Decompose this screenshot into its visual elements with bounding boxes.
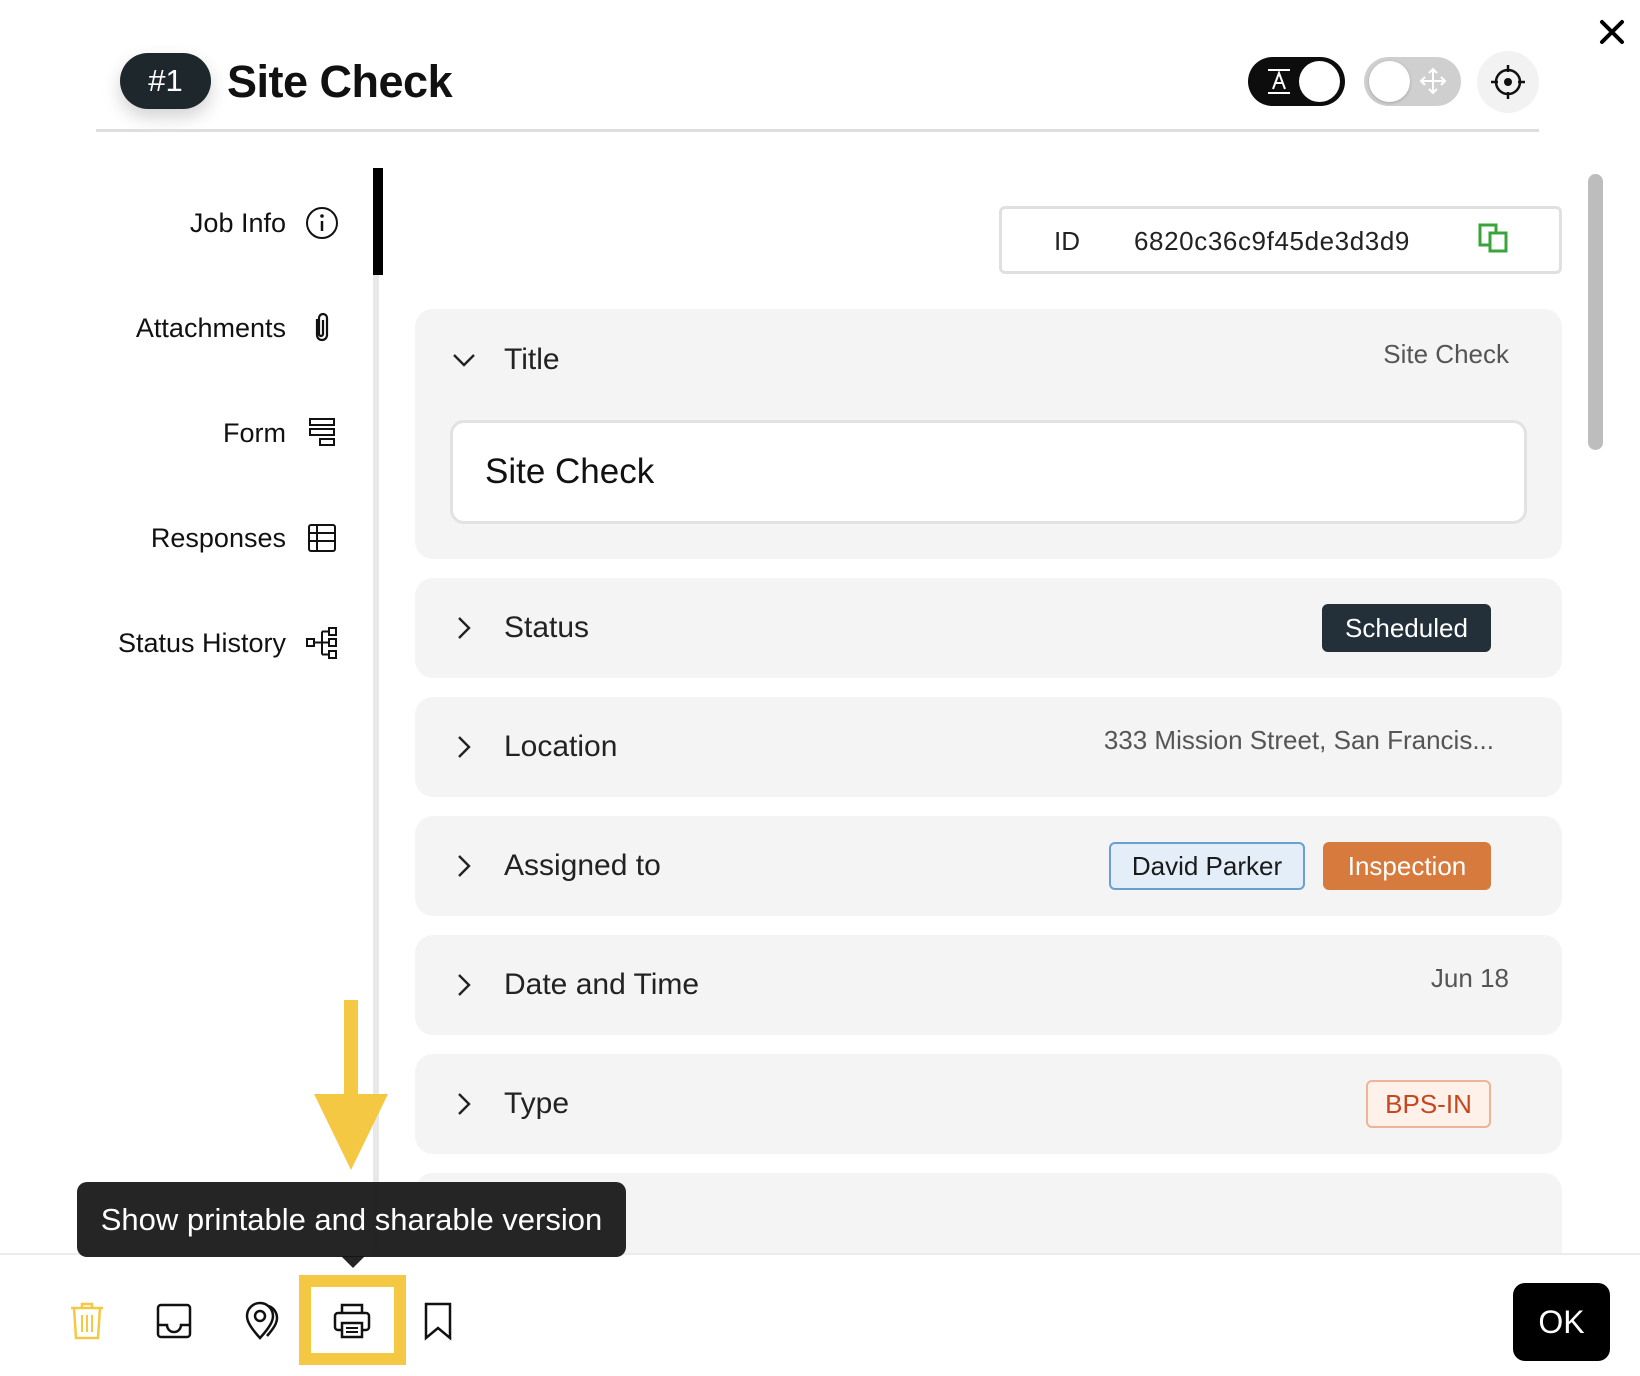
chevron-right-icon[interactable] [451, 972, 477, 998]
form-icon [304, 415, 340, 451]
sidebar-item-responses[interactable]: Responses [151, 518, 340, 558]
sidebar-active-indicator [373, 168, 383, 275]
delete-button[interactable] [65, 1299, 109, 1343]
inbox-button[interactable] [152, 1299, 196, 1343]
section-title-label: Title [504, 343, 560, 376]
type-badge: BPS-IN [1366, 1080, 1491, 1128]
text-format-icon [1268, 69, 1290, 94]
section-date-label: Date and Time [504, 968, 700, 1001]
print-button[interactable] [330, 1299, 374, 1343]
tooltip-pointer [341, 1256, 365, 1268]
inbox-icon [156, 1303, 192, 1339]
sidebar-item-label: Job Info [189, 207, 286, 238]
assignee-badge: David Parker [1109, 842, 1305, 890]
chevron-right-icon[interactable] [451, 734, 477, 760]
section-status[interactable]: Status Scheduled [415, 578, 1562, 678]
sidebar-item-label: Form [223, 417, 286, 448]
sidebar-track [373, 168, 379, 1253]
crosshair-icon [1491, 65, 1525, 99]
copy-icon [1478, 223, 1508, 253]
hierarchy-icon [304, 625, 340, 661]
section-date[interactable]: Date and Time Jun 18 [415, 935, 1562, 1035]
chevron-right-icon[interactable] [451, 1091, 477, 1117]
id-field: ID 6820c36c9f45de3d3d9 [999, 206, 1562, 274]
section-type-label: Type [504, 1087, 570, 1120]
annotation-arrow-head [314, 1094, 388, 1170]
locate-button[interactable] [1477, 51, 1539, 113]
toggle-knob [1299, 61, 1340, 102]
section-location-label: Location [504, 730, 618, 763]
job-number-badge: #1 [120, 53, 211, 109]
section-assigned-label: Assigned to [504, 849, 661, 882]
section-location-summary: 333 Mission Street, San Francis... [1103, 725, 1494, 755]
bookmark-icon [424, 1302, 452, 1341]
section-assigned[interactable]: Assigned to David Parker Inspection [415, 816, 1562, 916]
section-title-summary: Site Check [1383, 339, 1509, 369]
copy-button[interactable] [1476, 221, 1510, 255]
paperclip-icon [304, 310, 340, 346]
chevron-right-icon[interactable] [451, 615, 477, 641]
page-title: Site Check [227, 56, 453, 107]
trash-icon [71, 1302, 103, 1340]
section-type[interactable]: Type BPS-IN [415, 1054, 1562, 1154]
chevron-right-icon[interactable] [451, 853, 477, 879]
print-icon [333, 1303, 371, 1339]
sidebar-item-attachments[interactable]: Attachments [136, 308, 340, 348]
ok-button[interactable]: OK [1513, 1283, 1610, 1361]
scrollbar-thumb[interactable] [1588, 174, 1603, 450]
info-circle-icon [304, 205, 340, 241]
status-badge: Scheduled [1322, 604, 1491, 652]
close-icon [1600, 20, 1624, 44]
header-divider [96, 129, 1539, 132]
text-mode-toggle[interactable] [1248, 57, 1345, 106]
sidebar-item-job-info[interactable]: Job Info [190, 203, 340, 243]
close-button[interactable] [1596, 16, 1628, 48]
tooltip: Show printable and sharable version [77, 1182, 626, 1257]
move-icon [1419, 67, 1447, 95]
team-badge: Inspection [1323, 842, 1491, 890]
id-label: ID [1054, 226, 1080, 256]
table-icon [304, 520, 340, 556]
sidebar-item-status-history[interactable]: Status History [118, 623, 340, 663]
sidebar-item-form[interactable]: Form [223, 413, 340, 453]
section-date-summary: Jun 18 [1430, 963, 1509, 993]
sidebar-item-label: Attachments [135, 312, 286, 343]
toggle-knob [1369, 61, 1410, 102]
location-pin-button[interactable] [240, 1299, 284, 1343]
annotation-arrow [344, 1000, 358, 1096]
section-location[interactable]: Location 333 Mission Street, San Francis… [415, 697, 1562, 797]
section-status-label: Status [504, 611, 590, 644]
sidebar-item-label: Responses [150, 522, 286, 553]
bookmark-button[interactable] [416, 1299, 460, 1343]
title-input[interactable]: Site Check [450, 420, 1527, 524]
id-value: 6820c36c9f45de3d3d9 [1134, 226, 1410, 256]
map-pin-icon [245, 1301, 279, 1340]
move-mode-toggle[interactable] [1364, 57, 1461, 106]
sidebar-item-label: Status History [117, 627, 286, 658]
chevron-down-icon[interactable] [451, 347, 477, 373]
section-title: Title Site Check Site Check [415, 309, 1562, 559]
